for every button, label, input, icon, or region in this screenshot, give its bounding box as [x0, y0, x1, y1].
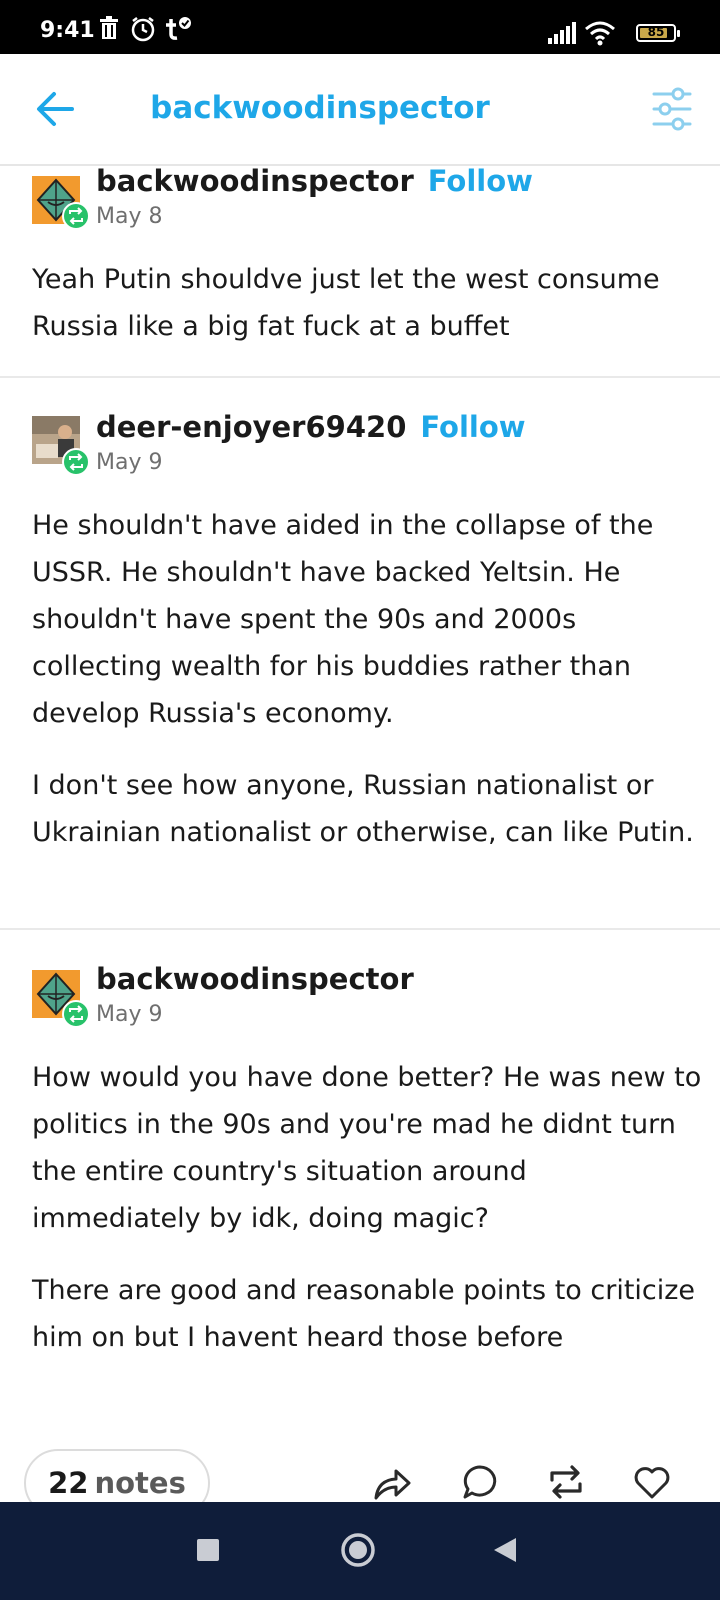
like-icon — [634, 1467, 670, 1499]
like-button[interactable] — [632, 1462, 672, 1502]
reblog-button[interactable] — [546, 1462, 586, 1502]
username-text: backwoodinspector — [96, 962, 414, 996]
home-circle-icon — [341, 1533, 375, 1567]
post-date: May 9 — [96, 1002, 163, 1027]
post-date: May 9 — [96, 450, 163, 475]
divider — [0, 928, 720, 930]
post-paragraph: I don't see how anyone, Russian national… — [32, 770, 694, 848]
post-paragraph: Yeah Putin shouldve just let the west co… — [32, 264, 660, 342]
battery-cap — [677, 30, 680, 37]
username[interactable]: backwoodinspector — [96, 962, 414, 996]
reblog-badge — [62, 1000, 90, 1028]
reblog-icon — [550, 1465, 582, 1499]
nav-back-button[interactable] — [492, 1536, 518, 1568]
notes-count: 22 — [48, 1466, 89, 1500]
reblog-small-icon — [69, 207, 83, 225]
reply-icon — [463, 1465, 497, 1499]
reblog-badge — [62, 448, 90, 476]
alarm-icon — [130, 16, 156, 46]
recents-button[interactable] — [196, 1538, 220, 1566]
signal-icon — [548, 22, 576, 48]
recents-square-icon — [197, 1539, 219, 1561]
page-title: backwoodinspector — [150, 90, 490, 126]
sliders-icon — [652, 87, 692, 131]
back-triangle-icon — [494, 1538, 516, 1562]
post-body: Yeah Putin shouldve just let the west co… — [32, 256, 702, 375]
trash-icon — [98, 16, 120, 44]
reply-button[interactable] — [460, 1462, 500, 1502]
status-bar: 9:41 85 — [0, 0, 720, 54]
post-paragraph: There are good and reasonable points to … — [32, 1275, 696, 1353]
battery-percent: 85 — [647, 25, 665, 39]
post-body: How would you have done better? He was n… — [32, 1054, 702, 1386]
username-text: deer-enjoyer69420 — [96, 410, 407, 444]
status-time: 9:41 — [40, 18, 95, 43]
share-icon — [374, 1469, 411, 1500]
filter-button[interactable] — [652, 86, 692, 132]
username-text: backwoodinspector — [96, 164, 414, 198]
post-paragraph: He shouldn't have aided in the collapse … — [32, 510, 654, 729]
reblog-small-icon — [69, 1005, 83, 1023]
home-button[interactable] — [340, 1532, 376, 1572]
divider — [0, 376, 720, 378]
username[interactable]: deer-enjoyer69420 Follow — [96, 410, 526, 444]
post-body: He shouldn't have aided in the collapse … — [32, 502, 702, 881]
battery-icon: 85 — [636, 24, 676, 42]
username[interactable]: backwoodinspector Follow — [96, 164, 533, 198]
system-nav-bar — [0, 1502, 720, 1600]
post-date: May 8 — [96, 204, 163, 229]
follow-button[interactable]: Follow — [420, 410, 525, 444]
post-paragraph: How would you have done better? He was n… — [32, 1062, 702, 1234]
reblog-small-icon — [69, 453, 83, 471]
tumblr-check-icon — [164, 16, 192, 46]
reblog-badge — [62, 202, 90, 230]
follow-button[interactable]: Follow — [428, 164, 533, 198]
wifi-icon — [584, 20, 616, 50]
notes-label: notes — [94, 1466, 186, 1500]
blog-header: backwoodinspector — [0, 54, 720, 166]
share-button[interactable] — [372, 1462, 412, 1502]
